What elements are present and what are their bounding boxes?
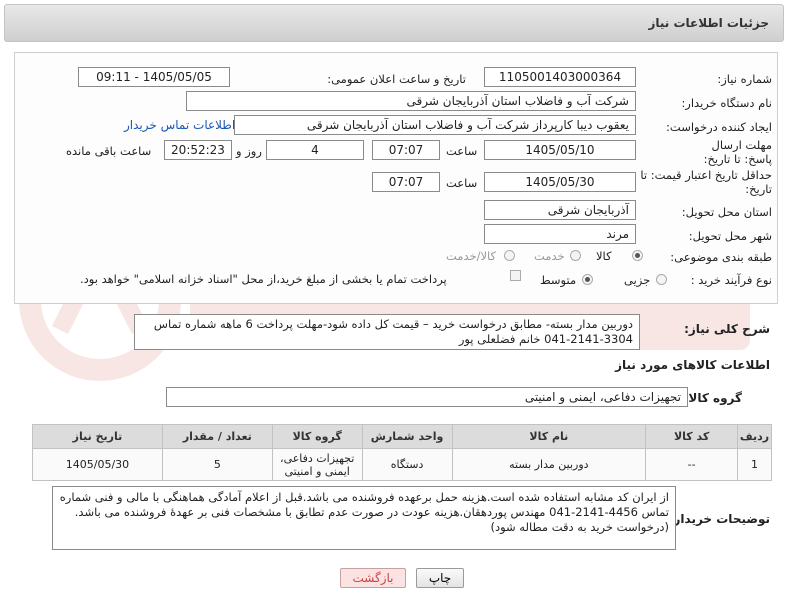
goods-group-field: تجهیزات دفاعی، ایمنی و امنیتی xyxy=(166,387,688,407)
description-label: شرح کلی نیاز: xyxy=(684,322,770,336)
description-field: دوربین مدار بسته- مطابق درخواست خرید – ق… xyxy=(134,314,640,350)
treasury-payment-note: پرداخت تمام یا بخشی از مبلغ خرید،از محل … xyxy=(80,272,447,286)
back-button[interactable]: بازگشت xyxy=(340,568,406,588)
remaining-time-field: 20:52:23 xyxy=(164,140,232,160)
cell-unit: دستگاه xyxy=(361,448,453,481)
requester-field: یعقوب دیبا کارپرداز شرکت آب و فاضلاب است… xyxy=(234,115,636,135)
col-date: تاریخ نیاز xyxy=(32,424,163,449)
goods-section-title: اطلاعات کالاهای مورد نیاز xyxy=(615,358,770,372)
need-number-field: 1105001403000364 xyxy=(484,67,636,87)
reply-date-field: 1405/05/10 xyxy=(484,140,636,160)
process-option-minor: جزیی xyxy=(624,273,651,287)
validity-date-field: 1405/05/30 xyxy=(484,172,636,192)
province-field: آذربایجان شرقی xyxy=(484,200,636,220)
category-option-service: خدمت xyxy=(534,249,565,263)
requester-label: ایجاد کننده درخواست: xyxy=(666,120,772,134)
buyer-notes-label: توضیحات خریدار: xyxy=(668,512,770,526)
cell-qty: 5 xyxy=(161,448,273,481)
col-code: کد کالا xyxy=(645,424,739,449)
category-option-goods: کالا xyxy=(596,249,612,263)
buyer-contact-link[interactable]: اطلاعات تماس خریدار xyxy=(124,118,235,132)
announce-date-field: 1405/05/05 - 09:11 xyxy=(78,67,230,87)
print-button[interactable]: چاپ xyxy=(416,568,464,588)
reply-time-field: 07:07 xyxy=(372,140,440,160)
goods-table-header: ردیف کد کالا نام کالا واحد شمارش گروه کا… xyxy=(32,424,772,449)
cell-code: -- xyxy=(645,448,739,481)
page-title: جزئیات اطلاعات نیاز xyxy=(648,16,769,30)
days-label: روز و xyxy=(236,144,262,158)
process-option-medium: متوسط xyxy=(540,273,577,287)
cell-row: 1 xyxy=(737,448,772,481)
province-label: استان محل تحویل: xyxy=(681,205,772,219)
col-unit: واحد شمارش xyxy=(361,424,453,449)
goods-group-label: گروه کالا: xyxy=(683,391,742,405)
process-radio-minor[interactable] xyxy=(656,274,667,285)
category-radio-service[interactable] xyxy=(570,250,581,261)
goods-table: ردیف کد کالا نام کالا واحد شمارش گروه کا… xyxy=(32,424,772,481)
process-label: نوع فرآیند خرید : xyxy=(690,273,772,287)
col-qty: تعداد / مقدار xyxy=(161,424,273,449)
cell-group: تجهیزات دفاعی، ایمنی و امنیتی xyxy=(271,448,363,481)
category-option-goods-service: کالا/خدمت xyxy=(446,249,497,263)
page-header: جزئیات اطلاعات نیاز xyxy=(4,4,784,42)
validity-time-label: ساعت xyxy=(446,176,478,190)
buyer-org-label: نام دستگاه خریدار: xyxy=(681,96,772,110)
price-validity-label: حداقل تاریخ اعتبار قیمت: تا تاریخ: xyxy=(640,168,772,196)
city-field: مرند xyxy=(484,224,636,244)
col-row: ردیف xyxy=(737,424,772,449)
col-group: گروه کالا xyxy=(271,424,363,449)
remaining-time-label: ساعت باقی مانده xyxy=(66,144,152,158)
category-label: طبقه بندی موضوعی: xyxy=(670,250,772,264)
table-row: 1 -- دوربین مدار بسته دستگاه تجهیزات دفا… xyxy=(32,448,772,481)
cell-date: 1405/05/30 xyxy=(32,448,163,481)
cell-group-line1: تجهیزات دفاعی، xyxy=(280,451,355,465)
cell-name: دوربین مدار بسته xyxy=(451,448,647,481)
buyer-notes-field: از ایران کد مشابه استفاده شده است.هزینه … xyxy=(52,486,676,550)
need-number-label: شماره نیاز: xyxy=(717,72,772,86)
validity-time-field: 07:07 xyxy=(372,172,440,192)
days-field: 4 xyxy=(266,140,364,160)
reply-deadline-label: مهلت ارسال پاسخ: تا تاریخ: xyxy=(703,138,772,166)
col-name: نام کالا xyxy=(451,424,647,449)
reply-time-label: ساعت xyxy=(446,144,478,158)
category-radio-goods[interactable] xyxy=(632,250,643,261)
city-label: شهر محل تحویل: xyxy=(688,229,772,243)
cell-group-line2: ایمنی و امنیتی xyxy=(284,464,350,478)
process-radio-medium[interactable] xyxy=(582,274,593,285)
category-radio-goods-service[interactable] xyxy=(504,250,515,261)
treasury-payment-checkbox[interactable] xyxy=(510,270,521,281)
announce-date-label: تاریخ و ساعت اعلان عمومی: xyxy=(327,72,466,86)
buyer-org-field: شرکت آب و فاضلاب استان آذربایجان شرقی xyxy=(186,91,636,111)
